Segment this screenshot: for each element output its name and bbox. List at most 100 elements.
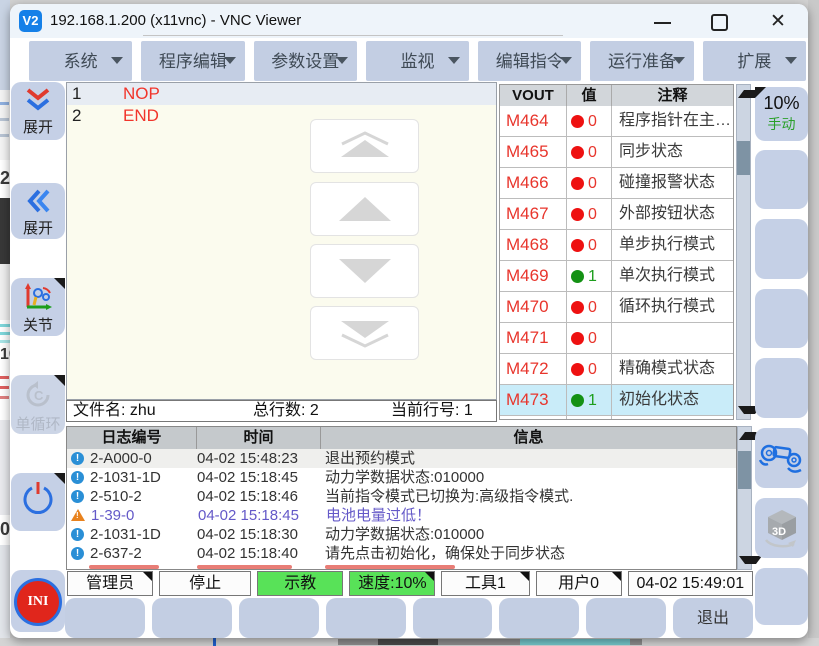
log-row[interactable]: 1-39-0 04-02 15:18:45 电池电量过低！: [67, 506, 736, 525]
scroll-bottom-button[interactable]: [310, 306, 419, 360]
log-id: 2-637-2: [90, 544, 197, 563]
menu-bar: 系统 程序编辑 参数设置 监视 编辑指令 运行准备 扩展: [10, 38, 808, 82]
right-sidebar-button-8[interactable]: [755, 568, 808, 625]
table-row[interactable]: M470 0 循环执行模式: [500, 292, 733, 323]
sidebar-button-expand-1[interactable]: 展开: [11, 82, 65, 140]
status-dot-icon: [571, 146, 584, 159]
sidebar-button-single-cycle[interactable]: C 单循环: [11, 375, 65, 434]
status-field[interactable]: 示教: [257, 571, 343, 596]
table-row[interactable]: M467 0 外部按钮状态: [500, 199, 733, 230]
status-field[interactable]: 工具1: [441, 571, 529, 596]
status-field[interactable]: 管理员: [67, 571, 153, 596]
vnc-viewer-window: V2 192.168.1.200 (x11vnc) - VNC Viewer ✕…: [10, 4, 808, 638]
soft-key-button[interactable]: [239, 598, 319, 638]
signal-comment: 单次执行模式: [612, 261, 733, 291]
signal-id: M474: [500, 416, 567, 420]
table-row[interactable]: M471 0: [500, 323, 733, 354]
program-line[interactable]: 2 END: [67, 105, 496, 127]
log-time: 04-02 15:18:45: [197, 468, 321, 487]
chevron-down-icon: [111, 57, 123, 64]
3d-view-button[interactable]: 3D: [755, 498, 808, 558]
sidebar-button-ini[interactable]: INI: [11, 570, 65, 632]
sidebar-button-expand-2[interactable]: 展开: [11, 183, 65, 239]
menu-item[interactable]: 编辑指令: [478, 41, 581, 81]
right-sidebar-button-4[interactable]: [755, 289, 808, 348]
hand-guide-button[interactable]: [755, 428, 808, 488]
table-row[interactable]: M465 0 同步状态: [500, 137, 733, 168]
chevron-down-icon: [336, 57, 348, 64]
soft-key-button[interactable]: [499, 598, 579, 638]
ini-badge-icon: INI: [14, 578, 62, 626]
log-row[interactable]: 2-1031-1D 04-02 15:18:45 动力学数据状态:010000: [67, 468, 736, 487]
soft-key-button[interactable]: [413, 598, 493, 638]
total-lines: 总行数: 2: [253, 401, 319, 421]
status-field[interactable]: 停止: [159, 571, 251, 596]
soft-key-button[interactable]: 退出: [673, 598, 753, 638]
menu-item[interactable]: 监视: [366, 41, 469, 81]
program-line[interactable]: 1 NOP: [67, 83, 496, 105]
title-bar[interactable]: V2 192.168.1.200 (x11vnc) - VNC Viewer ✕: [10, 4, 808, 38]
desktop-fragment: [0, 198, 10, 264]
soft-key-button[interactable]: [152, 598, 232, 638]
minimize-button[interactable]: [650, 12, 676, 32]
maximize-button[interactable]: [707, 12, 733, 32]
table-row[interactable]: M466 0 碰撞报警状态: [500, 168, 733, 199]
log-row[interactable]: 2-637-2 04-02 15:18:40 请先点击初始化，确保处于同步状态: [67, 544, 736, 563]
menu-item[interactable]: 运行准备: [590, 41, 693, 81]
menu-item-label: 监视: [400, 52, 434, 71]
right-sidebar-button-3[interactable]: [755, 219, 808, 279]
scrollbar-thumb[interactable]: [737, 141, 750, 175]
table-row[interactable]: M468 0 单步执行模式: [500, 230, 733, 261]
speed-mode-button[interactable]: 10% 手动: [755, 87, 808, 141]
menu-item[interactable]: 参数设置: [254, 41, 357, 81]
table-row[interactable]: M474 0 反向驱动状态: [500, 416, 733, 420]
double-chevron-left-icon: [24, 188, 52, 214]
soft-key-button[interactable]: [586, 598, 666, 638]
scroll-up-button[interactable]: [310, 182, 419, 236]
right-sidebar-button-2[interactable]: [755, 150, 808, 209]
current-line: 当前行号: 1: [391, 401, 473, 421]
speed-value: 10%: [755, 93, 808, 114]
menu-item[interactable]: 扩展: [703, 41, 806, 81]
log-severity-icon: [71, 509, 85, 521]
sidebar-button-power[interactable]: [11, 473, 65, 531]
menu-item[interactable]: 系统: [29, 41, 132, 81]
signal-comment: 单步执行模式: [612, 230, 733, 260]
signal-value: 0: [588, 231, 597, 260]
sidebar-button-joint[interactable]: 关节: [11, 278, 65, 336]
scroll-down-button[interactable]: [310, 244, 419, 298]
desktop: 2 10 02 V2 192.168.1.200 (x11vnc) - VNC …: [0, 0, 819, 646]
right-sidebar-button-5[interactable]: [755, 358, 808, 418]
status-field[interactable]: 04-02 15:49:01: [628, 571, 753, 596]
log-severity-icon: [71, 471, 84, 484]
soft-key-button[interactable]: [65, 598, 145, 638]
svg-text:3D: 3D: [772, 526, 786, 538]
log-row[interactable]: 2-1031-1D 04-02 15:18:30 动力学数据状态:010000: [67, 525, 736, 544]
log-severity-icon: [71, 528, 84, 541]
log-time: 04-02 15:18:30: [197, 525, 321, 544]
menu-item[interactable]: 程序编辑: [141, 41, 244, 81]
table-row[interactable]: M464 0 程序指针在主…: [500, 106, 733, 137]
scroll-down-arrow-icon[interactable]: [739, 556, 762, 564]
status-field[interactable]: 用户0: [536, 571, 622, 596]
log-row[interactable]: 2-510-2 04-02 15:18:46 当前指令模式已切换为:高级指令模式…: [67, 487, 736, 506]
menu-item-label: 程序编辑: [159, 52, 227, 71]
signal-value-cell: 1: [567, 261, 612, 291]
signal-id: M465: [500, 137, 567, 167]
column-header: 注释: [612, 85, 733, 106]
close-button[interactable]: ✕: [765, 12, 791, 32]
status-label: 示教: [284, 575, 316, 592]
table-row[interactable]: M469 1 单次执行模式: [500, 261, 733, 292]
vout-table-body: M464 0 程序指针在主… M465 0 同步状态 M466 0 碰撞报警状态…: [500, 106, 733, 420]
table-row[interactable]: M473 1 初始化状态: [500, 385, 733, 416]
vout-scrollbar[interactable]: [736, 84, 751, 420]
status-field[interactable]: 速度:10%: [349, 571, 435, 596]
program-editor[interactable]: 1 NOP 2 END: [66, 82, 497, 400]
desktop-fragment: [0, 0, 10, 90]
scrollbar-thumb[interactable]: [738, 451, 751, 489]
log-row[interactable]: 2-A000-0 04-02 15:48:23 退出预约模式: [67, 449, 736, 468]
log-scrollbar[interactable]: [737, 426, 752, 570]
soft-key-button[interactable]: [326, 598, 406, 638]
scroll-top-button[interactable]: [310, 119, 419, 173]
table-row[interactable]: M472 0 精确模式状态: [500, 354, 733, 385]
